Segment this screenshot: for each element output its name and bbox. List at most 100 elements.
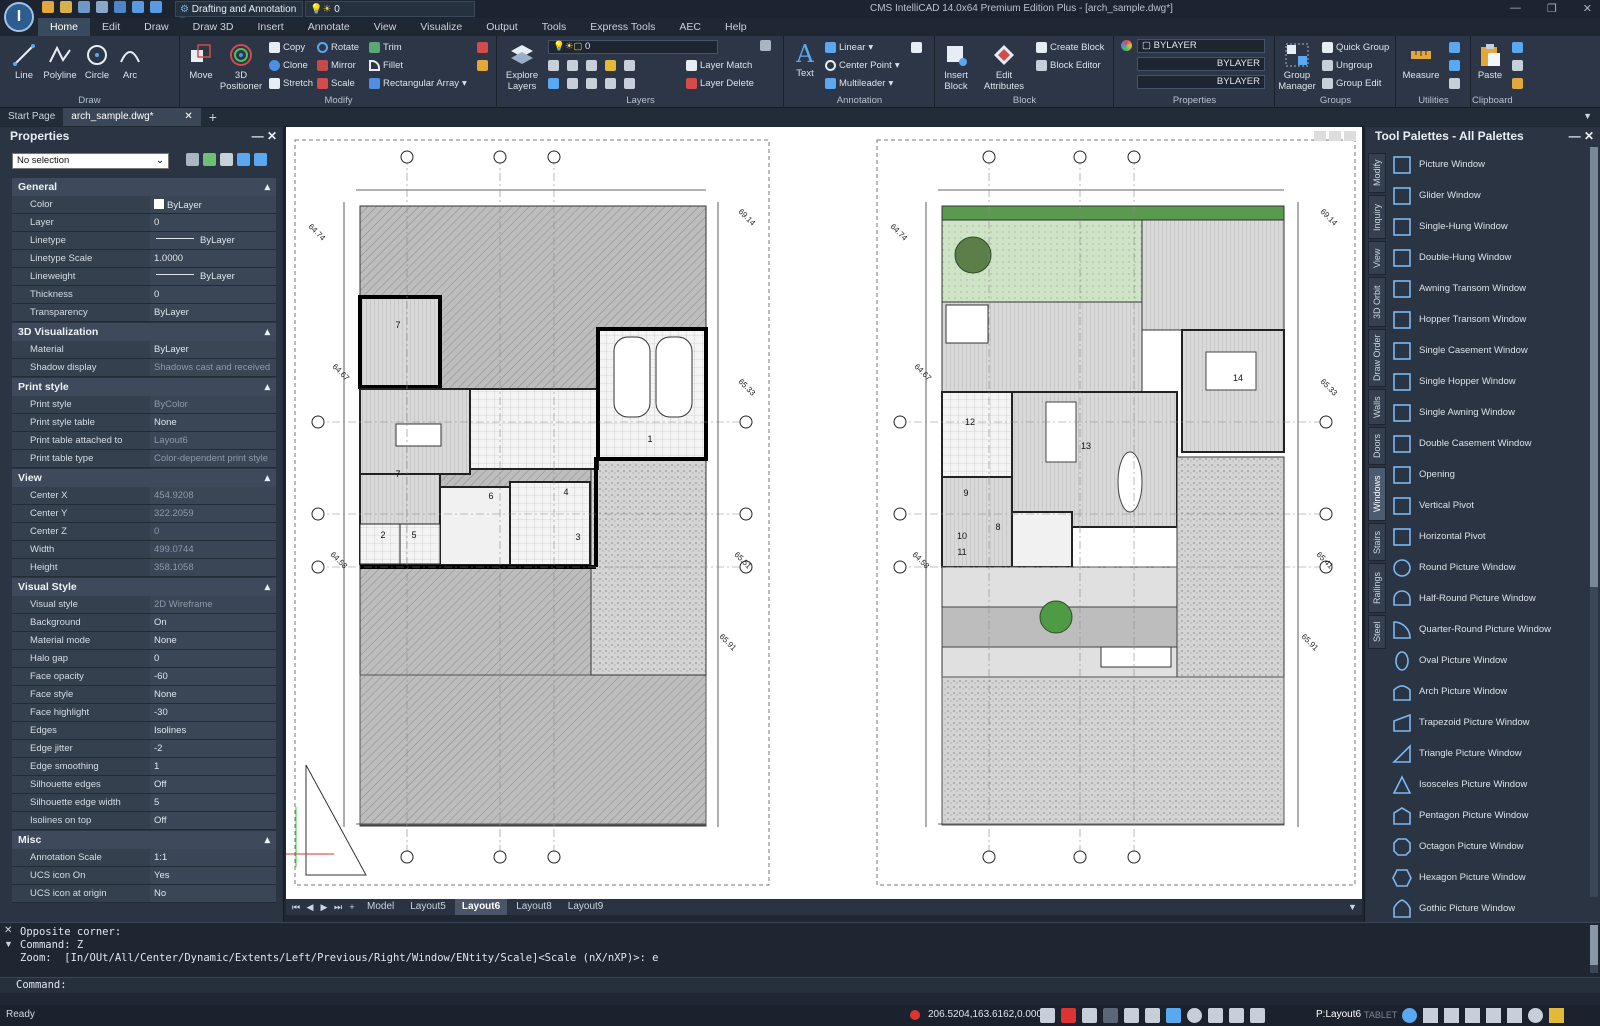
section-print-style[interactable]: Print style ▴ <box>12 378 276 396</box>
palette-item-glider-window[interactable]: Glider Window <box>1391 180 1591 211</box>
filter-icon[interactable] <box>254 153 267 166</box>
palette-tab-walls[interactable]: Walls <box>1368 389 1386 425</box>
save-icon[interactable] <box>78 1 90 13</box>
display-icon[interactable] <box>1465 1008 1480 1023</box>
palette-item-horizontal-pivot[interactable]: Horizontal Pivot <box>1391 521 1591 552</box>
paste-button[interactable]: Paste <box>1474 42 1506 81</box>
menu-annotate[interactable]: Annotate <box>296 18 362 36</box>
tab-close-icon[interactable]: ✕ <box>184 111 192 122</box>
layout-tab-layout9[interactable]: Layout9 <box>561 899 611 915</box>
fillet-button[interactable]: Fillet <box>369 60 403 71</box>
property-value[interactable]: 322.2059 <box>150 505 276 522</box>
menu-express-tools[interactable]: Express Tools <box>578 18 667 36</box>
property-value[interactable]: None <box>150 414 276 431</box>
palette-item-awning-transom-window[interactable]: Awning Transom Window <box>1391 273 1591 304</box>
property-row[interactable]: Edges Isolines <box>12 722 276 740</box>
palette-item-isosceles-picture-window[interactable]: Isosceles Picture Window <box>1391 769 1591 800</box>
property-value[interactable]: 1:1 <box>150 849 276 866</box>
property-row[interactable]: Visual style 2D Wireframe <box>12 596 276 614</box>
palette-item-vertical-pivot[interactable]: Vertical Pivot <box>1391 490 1591 521</box>
layer-freeze-icon[interactable] <box>586 60 597 71</box>
layer-properties-button[interactable] <box>760 40 771 51</box>
property-value[interactable]: Isolines <box>150 722 276 739</box>
palette-tab-view[interactable]: View <box>1368 241 1386 275</box>
menu-insert[interactable]: Insert <box>245 18 295 36</box>
group-manager-button[interactable]: Group Manager <box>1278 42 1316 92</box>
calculator-button[interactable] <box>1449 78 1460 89</box>
palette-item-hexagon-picture-window[interactable]: Hexagon Picture Window <box>1391 862 1591 893</box>
property-value[interactable]: Off <box>150 812 276 829</box>
property-value[interactable]: 0 <box>150 214 276 231</box>
property-row[interactable]: Width 499.0744 <box>12 541 276 559</box>
mirror-button[interactable]: Mirror <box>317 60 356 71</box>
ungroup-button[interactable]: Ungroup <box>1322 60 1372 71</box>
linetype-combo[interactable]: BYLAYER <box>1137 57 1265 71</box>
section-visual-style[interactable]: Visual Style ▴ <box>12 578 276 596</box>
color-wheel-icon[interactable] <box>1121 40 1132 51</box>
pick-icon[interactable] <box>237 153 250 166</box>
copy-clip-button[interactable] <box>1512 60 1523 71</box>
rectangle-toggle-icon[interactable] <box>1208 1008 1223 1023</box>
property-row[interactable]: Background On <box>12 614 276 632</box>
command-window-close-icon[interactable]: ✕ <box>4 925 12 936</box>
palette-item-round-picture-window[interactable]: Round Picture Window <box>1391 552 1591 583</box>
layer-match-button[interactable]: Layer Match <box>686 60 752 71</box>
layout-tab-layout6[interactable]: Layout6 <box>454 899 508 915</box>
layout-tab-model[interactable]: Model <box>360 899 401 915</box>
layer-thaw-icon[interactable] <box>567 78 578 89</box>
minimize-panel-icon[interactable]: — <box>252 129 264 143</box>
toggle-pickadd-icon[interactable] <box>186 153 199 166</box>
tabs-overflow-icon[interactable]: ▼ <box>1583 111 1592 121</box>
clone-button[interactable]: Clone <box>269 60 308 71</box>
menu-output[interactable]: Output <box>474 18 530 36</box>
property-row[interactable]: Center Y 322.2059 <box>12 505 276 523</box>
property-value[interactable]: 2D Wireframe <box>150 596 276 613</box>
circle-toggle-icon[interactable] <box>1187 1008 1202 1023</box>
polyline-button[interactable]: Polyline <box>42 42 78 81</box>
property-row[interactable]: Thickness 0 <box>12 286 276 304</box>
rectangular-array-button[interactable]: Rectangular Array ▾ <box>369 78 467 89</box>
palette-minimize-icon[interactable]: — <box>1569 129 1581 143</box>
layer-off-icon[interactable] <box>567 60 578 71</box>
palette-item-single-hung-window[interactable]: Single-Hung Window <box>1391 211 1591 242</box>
next-tab-icon[interactable]: ▶ <box>318 902 330 913</box>
property-row[interactable]: UCS icon On Yes <box>12 867 276 885</box>
property-row[interactable]: Transparency ByLayer <box>12 304 276 322</box>
menu-draw[interactable]: Draw <box>132 18 181 36</box>
property-value[interactable]: ByLayer <box>150 232 276 249</box>
property-row[interactable]: Shadow display Shadows cast and received <box>12 359 276 377</box>
text-button[interactable]: A Text <box>791 40 819 79</box>
select-objects-icon[interactable] <box>203 153 216 166</box>
menu-draw-3d[interactable]: Draw 3D <box>181 18 246 36</box>
property-row[interactable]: Layer 0 <box>12 214 276 232</box>
palette-item-quarter-round-picture-window[interactable]: Quarter-Round Picture Window <box>1391 614 1591 645</box>
palette-item-arch-picture-window[interactable]: Arch Picture Window <box>1391 676 1591 707</box>
line-button[interactable]: Line <box>10 42 38 81</box>
current-layout[interactable]: P:Layout6 <box>1316 1009 1361 1020</box>
layer-on-icon[interactable] <box>548 78 559 89</box>
property-value[interactable]: ByLayer <box>150 304 276 321</box>
property-row[interactable]: Face highlight -30 <box>12 704 276 722</box>
drawing-canvas[interactable]: 64.74 64.67 64.58 69.14 65.33 65.51 65.9… <box>286 127 1362 899</box>
property-value[interactable]: -2 <box>150 740 276 757</box>
cut-button[interactable] <box>1512 42 1523 53</box>
add-layout-icon[interactable]: + <box>346 902 358 912</box>
palette-item-trapezoid-picture-window[interactable]: Trapezoid Picture Window <box>1391 707 1591 738</box>
layer-combo[interactable]: 💡☀▢ 0 <box>548 40 718 54</box>
menu-aec[interactable]: AEC <box>667 18 713 36</box>
property-row[interactable]: Print table type Color-dependent print st… <box>12 450 276 468</box>
palette-item-double-casement-window[interactable]: Double Casement Window <box>1391 428 1591 459</box>
last-tab-icon[interactable]: ⏭ <box>332 902 344 913</box>
property-value[interactable]: -30 <box>150 704 276 721</box>
annotation-icon[interactable] <box>1423 1008 1438 1023</box>
command-scrollbar[interactable] <box>1590 925 1598 973</box>
palette-item-triangle-picture-window[interactable]: Triangle Picture Window <box>1391 738 1591 769</box>
palette-tab-railings[interactable]: Railings <box>1368 563 1386 613</box>
palette-tab-doors[interactable]: Doors <box>1368 427 1386 465</box>
copy-button[interactable]: Copy <box>269 42 305 53</box>
edit-attributes-button[interactable]: Edit Attributes <box>978 42 1030 92</box>
selection-dropdown[interactable]: No selection ⌄ <box>12 153 169 169</box>
tablet-indicator[interactable]: TABLET <box>1364 1010 1397 1020</box>
property-value[interactable]: 1 <box>150 758 276 775</box>
close-panel-icon[interactable]: ✕ <box>267 129 277 143</box>
